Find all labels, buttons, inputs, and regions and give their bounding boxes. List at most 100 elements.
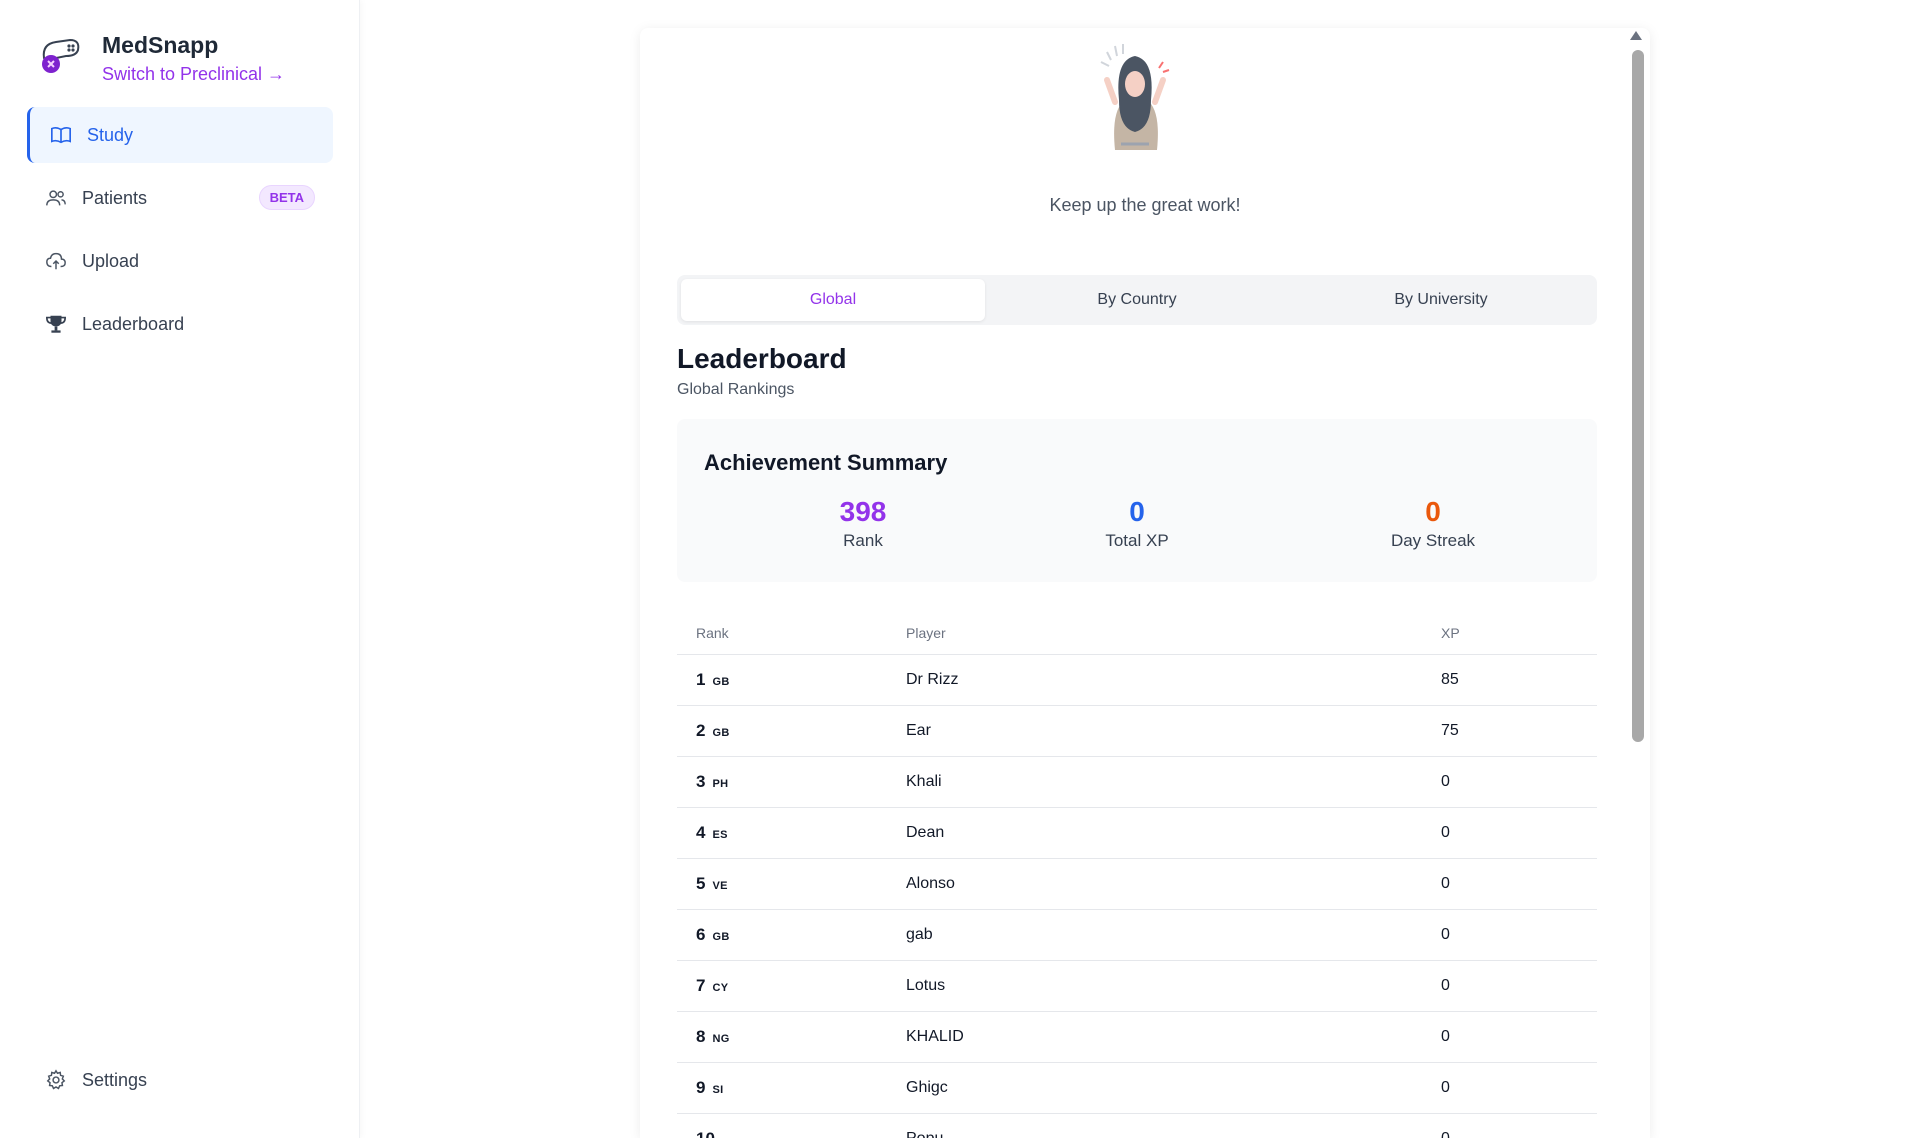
- country-code: ES: [712, 829, 728, 841]
- rank-cell: 9 SI: [677, 1078, 906, 1098]
- users-icon: [44, 186, 68, 210]
- trophy-icon: [44, 312, 68, 336]
- beta-badge: BETA: [258, 185, 315, 210]
- rank-cell: 8 NG: [677, 1027, 906, 1047]
- settings-label: Settings: [82, 1069, 148, 1090]
- table-row[interactable]: 4 ES Dean 0: [677, 808, 1597, 859]
- table-row[interactable]: 3 PH Khali 0: [677, 757, 1597, 808]
- table-row[interactable]: 7 CY Lotus 0: [677, 961, 1597, 1012]
- xp-value: 0: [1441, 1079, 1450, 1096]
- rank-number: 6: [696, 925, 706, 944]
- country-code: PH: [712, 778, 729, 790]
- xp-value: 0: [1441, 977, 1450, 994]
- column-header-xp: XP: [1441, 625, 1460, 641]
- country-code: GB: [712, 931, 730, 943]
- rank-cell: 3 PH: [677, 772, 906, 792]
- xp-value: 0: [1441, 1130, 1597, 1138]
- rank-number: 7: [696, 976, 706, 995]
- page-subtitle: Global Rankings: [677, 381, 795, 398]
- xp-value: 75: [1441, 722, 1459, 739]
- rank-number: 4: [696, 823, 706, 842]
- column-header-rank: Rank: [696, 625, 729, 641]
- tab-by-university[interactable]: By University: [1289, 279, 1593, 321]
- tab-global[interactable]: Global: [681, 279, 985, 321]
- sidebar-item-label: Study: [87, 124, 134, 145]
- page-title: Leaderboard: [677, 343, 847, 374]
- xp-value: 0: [1441, 926, 1450, 943]
- table-row[interactable]: 8 NG KHALID 0: [677, 1012, 1597, 1063]
- table-body: 1 GB Dr Rizz 85 2 GB Ear 75 3 PH Khali 0 4 ES Dean 0 5 VE…: [677, 655, 1597, 1138]
- rank-value: 398: [839, 496, 887, 527]
- rank-cell: 5 VE: [677, 874, 906, 894]
- sidebar-item-patients[interactable]: Patients BETA: [27, 170, 333, 226]
- book-icon: [49, 123, 73, 147]
- player-name: Ghigc: [906, 1079, 948, 1096]
- player-name: Popu: [906, 1130, 1441, 1138]
- xp-value: 0: [1441, 773, 1450, 790]
- table-row[interactable]: 9 SI Ghigc 0: [677, 1063, 1597, 1114]
- xp-value: 85: [1441, 671, 1459, 688]
- country-code: CY: [712, 982, 729, 994]
- rank-number: 9: [696, 1078, 706, 1097]
- rank-number: 3: [696, 772, 706, 791]
- achievement-summary-card: Achievement Summary 398 Rank 0 Total XP …: [677, 419, 1597, 582]
- country-code: NG: [712, 1033, 730, 1045]
- rank-number: 1: [696, 670, 706, 689]
- table-row[interactable]: 10 Popu0: [677, 1114, 1597, 1138]
- player-name: Dr Rizz: [906, 671, 959, 688]
- sidebar-item-label: Leaderboard: [82, 313, 185, 334]
- country-code: GB: [712, 727, 730, 739]
- day-streak-value: 0: [1425, 496, 1441, 527]
- brand: MedSnapp Switch to Preclinical →: [36, 30, 285, 85]
- achievement-summary-title: Achievement Summary: [704, 450, 948, 475]
- rank-cell: 6 GB: [677, 925, 906, 945]
- rank-number: 10: [696, 1129, 715, 1138]
- player-name: KHALID: [906, 1028, 964, 1045]
- sidebar-item-label: Patients: [82, 187, 148, 208]
- xp-value: 0: [1441, 1028, 1450, 1045]
- rank-label: Rank: [843, 531, 883, 550]
- player-name: Khali: [906, 773, 942, 790]
- total-xp-value: 0: [1129, 496, 1145, 527]
- player-name: Ear: [906, 722, 931, 739]
- rank-cell: 1 GB: [677, 670, 906, 690]
- xp-value: 0: [1441, 875, 1450, 892]
- sidebar-item-upload[interactable]: Upload: [27, 233, 333, 289]
- cloud-upload-icon: [44, 249, 68, 273]
- column-header-player: Player: [906, 625, 946, 641]
- total-xp-label: Total XP: [1105, 531, 1169, 550]
- rank-number: 2: [696, 721, 706, 740]
- gear-icon: [44, 1068, 68, 1092]
- day-streak-stat: 0 Day Streak: [1283, 495, 1583, 551]
- brand-name: MedSnapp: [102, 32, 219, 58]
- country-code: VE: [712, 880, 728, 892]
- rank-stat: 398 Rank: [713, 495, 1013, 551]
- player-name: Alonso: [906, 875, 955, 892]
- table-header: Rank Player XP: [677, 612, 1597, 655]
- settings-button[interactable]: Settings: [44, 1068, 147, 1092]
- country-code: SI: [712, 1084, 724, 1096]
- sidebar-item-label: Upload: [82, 250, 140, 271]
- player-name: Dean: [906, 824, 945, 841]
- scroll-up-arrow-icon[interactable]: [1630, 31, 1642, 40]
- rank-cell: 7 CY: [677, 976, 906, 996]
- table-row[interactable]: 1 GB Dr Rizz 85: [677, 655, 1597, 706]
- sidebar-nav: Study Patients BETA Upload Leaderboard: [27, 107, 333, 359]
- encouragement-message: Keep up the great work!: [1049, 195, 1241, 215]
- table-row[interactable]: 5 VE Alonso 0: [677, 859, 1597, 910]
- sidebar-item-study[interactable]: Study: [27, 107, 333, 163]
- rank-number: 8: [696, 1027, 706, 1046]
- tab-by-country[interactable]: By Country: [985, 279, 1289, 321]
- day-streak-label: Day Streak: [1390, 531, 1476, 550]
- scrollbar-thumb[interactable]: [1632, 50, 1644, 742]
- table-row[interactable]: 6 GB gab 0: [677, 910, 1597, 961]
- table-row[interactable]: 2 GB Ear 75: [677, 706, 1597, 757]
- switch-to-preclinical-link[interactable]: Switch to Preclinical →: [102, 64, 285, 85]
- player-name: gab: [906, 926, 933, 943]
- sidebar-item-leaderboard[interactable]: Leaderboard: [27, 296, 333, 352]
- rank-cell: 10: [677, 1129, 906, 1138]
- medsnapp-logo-icon: [42, 38, 80, 73]
- player-name: Lotus: [906, 977, 946, 994]
- rank-cell: 2 GB: [677, 721, 906, 741]
- xp-value: 0: [1441, 824, 1450, 841]
